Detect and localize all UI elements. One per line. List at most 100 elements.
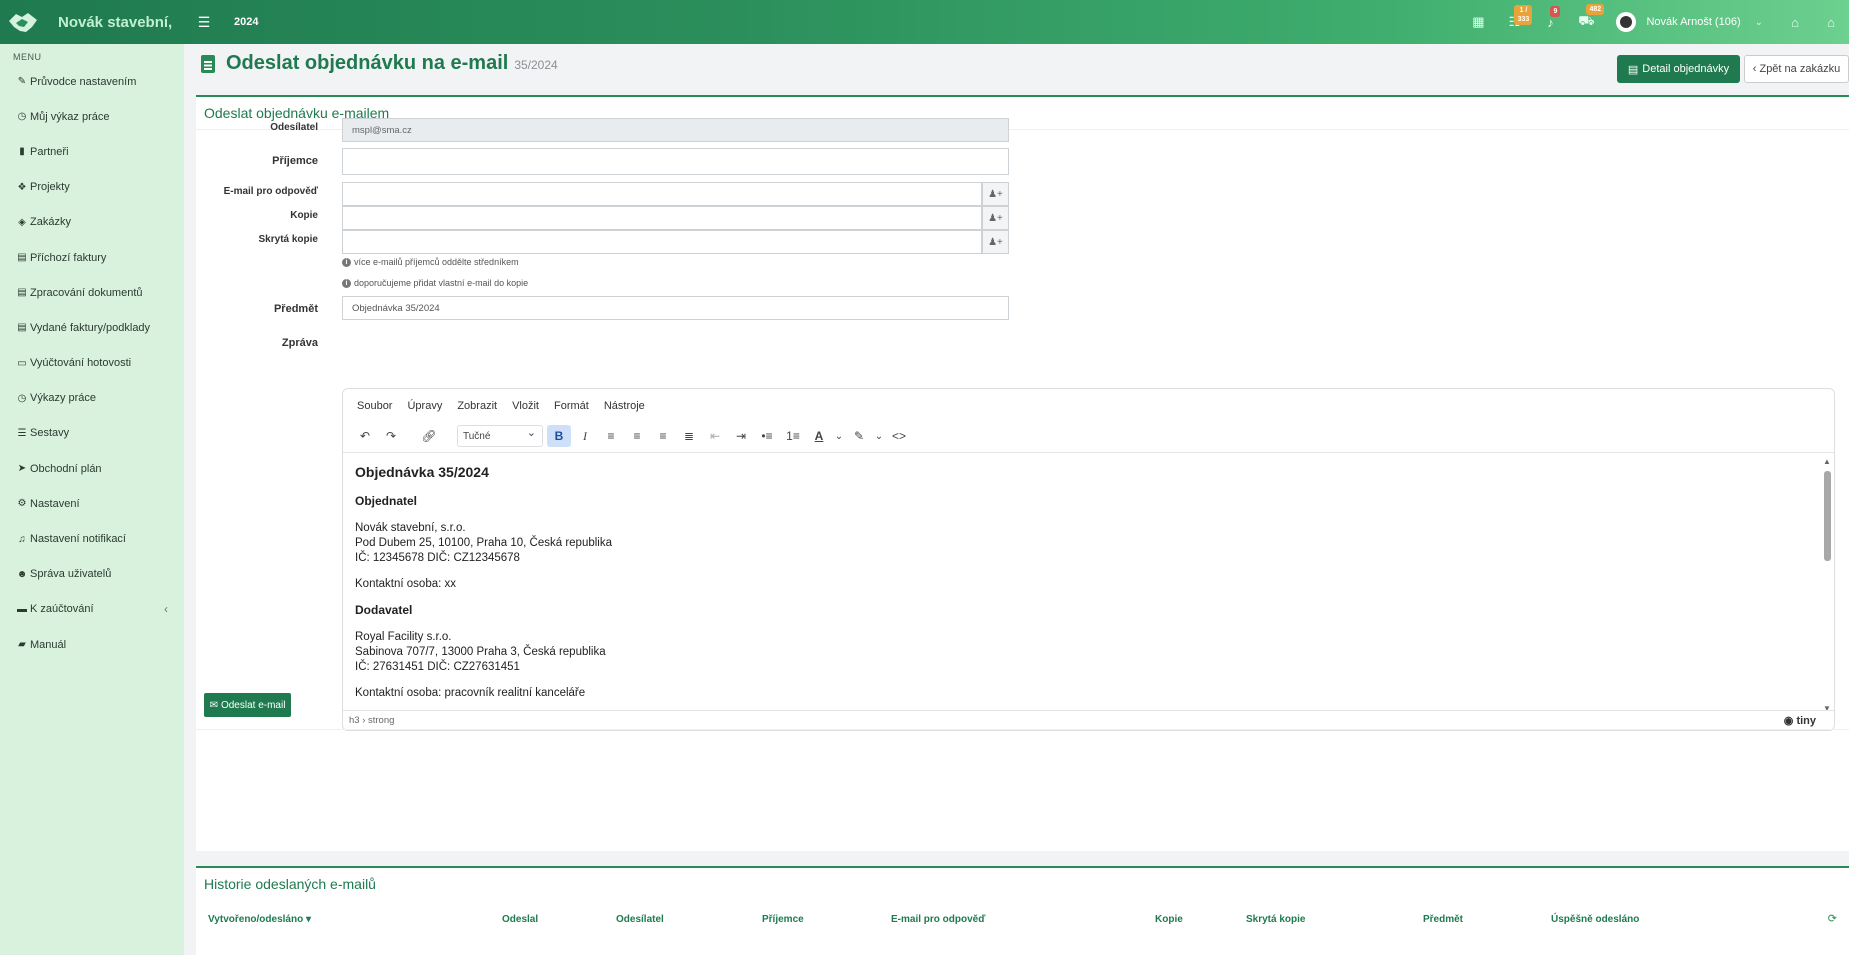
add-contact-icon[interactable]: ♟+ xyxy=(982,182,1009,206)
document-icon xyxy=(201,55,215,73)
menu-file[interactable]: Soubor xyxy=(357,400,392,412)
tasks-icon[interactable]: ☷1 / 333 xyxy=(1496,5,1533,30)
chevron-down-icon[interactable]: ⌄ xyxy=(833,425,845,447)
sidebar-item-k-zauctovani[interactable]: ▬ K zaúčtování ‹ xyxy=(0,592,184,627)
page-title-text: Odeslat objednávku na e-mail xyxy=(226,52,509,74)
sidebar-item-sprava-uzivatelu[interactable]: ☻ Správa uživatelů xyxy=(0,557,184,592)
user-name[interactable]: Novák Arnošt (106) xyxy=(1646,16,1740,28)
element-path[interactable]: h3 › strong xyxy=(349,715,394,726)
col-sent-by[interactable]: Odeslal xyxy=(502,914,538,925)
handshake-logo-icon xyxy=(9,13,37,32)
sidebar-item-projekty[interactable]: ❖ Projekty xyxy=(0,170,184,205)
avatar[interactable] xyxy=(1616,12,1637,32)
home-icon[interactable]: ⌂ xyxy=(1813,15,1849,30)
logo[interactable]: Novák stavební, xyxy=(0,0,184,44)
source-code-icon[interactable]: <> xyxy=(887,425,911,447)
scroll-up-icon[interactable]: ▲ xyxy=(1823,457,1831,466)
col-created-sent[interactable]: Vytvořeno/odesláno ▾ xyxy=(208,914,311,925)
sidebar-item-label: Zakázky xyxy=(30,216,71,229)
bookmark-icon: ▮ xyxy=(19,146,25,158)
bank-icon[interactable]: ⌂ xyxy=(1777,15,1813,30)
sidebar-item-nastaveni-notifikaci[interactable]: ♫ Nastavení notifikací xyxy=(0,521,184,556)
sidebar-item-zakazky[interactable]: ◈ Zakázky xyxy=(0,205,184,240)
rich-text-editor[interactable]: Soubor Úpravy Zobrazit Vložit Formát Nás… xyxy=(342,388,1835,731)
scroll-thumb[interactable] xyxy=(1824,471,1831,561)
add-contact-icon[interactable]: ♟+ xyxy=(982,206,1009,230)
sidebar-item-obchodni-plan[interactable]: ➤ Obchodní plán xyxy=(0,451,184,486)
highlight-color-icon[interactable]: ✎ xyxy=(847,425,871,447)
link-icon[interactable]: 🔗︎ xyxy=(417,425,441,447)
sidebar-item-sestavy[interactable]: ☰ Sestavy xyxy=(0,416,184,451)
order-detail-button[interactable]: ▤ Detail objednávky xyxy=(1617,55,1740,83)
text-color-icon[interactable]: A xyxy=(807,425,831,447)
redo-icon[interactable]: ↷ xyxy=(379,425,403,447)
align-center-icon[interactable]: ≡ xyxy=(625,425,649,447)
sidebar-item-nastaveni[interactable]: ⚙ Nastavení xyxy=(0,486,184,521)
menu-view[interactable]: Zobrazit xyxy=(457,400,497,412)
menu-insert[interactable]: Vložit xyxy=(512,400,539,412)
book-icon: ▰ xyxy=(18,639,26,651)
order-detail-label: Detail objednávky xyxy=(1642,63,1730,75)
col-recipient[interactable]: Příjemce xyxy=(762,914,804,925)
bcc-field[interactable] xyxy=(342,230,982,254)
format-select[interactable]: Tučné xyxy=(457,425,543,447)
col-subject[interactable]: Předmět xyxy=(1423,914,1463,925)
sidebar-item-vydane-faktury[interactable]: ▤ Vydané faktury/podklady xyxy=(0,310,184,345)
editor-scrollbar[interactable]: ▲ ▼ xyxy=(1822,457,1832,713)
sidebar-item-label: K zaúčtování xyxy=(30,603,94,616)
sender-label: Odesílatel xyxy=(270,122,318,133)
recipient-field[interactable] xyxy=(342,148,1009,175)
align-left-icon[interactable]: ≡ xyxy=(599,425,623,447)
numbered-list-icon[interactable]: 1≡ xyxy=(781,425,805,447)
email-history-panel: Historie odeslaných e-mailů Vytvořeno/od… xyxy=(196,866,1849,955)
cart-icon[interactable]: ⛟ 482 xyxy=(1568,4,1605,31)
chevron-down-icon[interactable]: ⌄ xyxy=(1755,17,1763,28)
italic-icon[interactable]: I xyxy=(573,425,597,447)
year-selector[interactable]: 2024 xyxy=(234,16,258,28)
sidebar-item-manual[interactable]: ▰ Manuál xyxy=(0,627,184,662)
indent-icon[interactable]: ⇥ xyxy=(729,425,753,447)
sidebar: MENU ✎ Průvodce nastavením ◷ Můj výkaz prá… xyxy=(0,44,184,955)
align-right-icon[interactable]: ≡ xyxy=(651,425,675,447)
col-cc[interactable]: Kopie xyxy=(1155,914,1183,925)
subject-field[interactable]: Objednávka 35/2024 xyxy=(342,296,1009,320)
top-right-tools: ▦ ☷1 / 333 ♪9 ⛟482 Novák Arnošt (106) ⌄ … xyxy=(1460,0,1849,44)
col-success[interactable]: Úspěšně odesláno xyxy=(1551,914,1639,925)
reply-email-label: E-mail pro odpověď xyxy=(223,186,318,197)
tiny-brand[interactable]: ◉ tiny xyxy=(1784,714,1816,727)
clock-icon: ◷ xyxy=(17,111,27,123)
brand-name[interactable]: Novák stavební, xyxy=(58,14,172,31)
align-justify-icon[interactable]: ≣ xyxy=(677,425,701,447)
bell-icon[interactable]: ♪ 9 xyxy=(1532,5,1568,30)
sidebar-item-zpracovani-dokumentu[interactable]: ▤ Zpracování dokumentů xyxy=(0,275,184,310)
col-bcc[interactable]: Skrytá kopie xyxy=(1246,914,1305,925)
cc-field[interactable] xyxy=(342,206,982,230)
menu-format[interactable]: Formát xyxy=(554,400,589,412)
refresh-icon[interactable]: ⟳ xyxy=(1828,912,1837,925)
calendar-icon[interactable]: ▦ xyxy=(1460,14,1496,30)
sidebar-item-vyuctovani-hotovosti[interactable]: ▭ Vyúčtování hotovosti xyxy=(0,346,184,381)
sidebar-item-vykazy-prace[interactable]: ◷ Výkazy práce xyxy=(0,381,184,416)
chevron-down-icon[interactable]: ⌄ xyxy=(873,425,885,447)
back-label: Zpět na zakázku xyxy=(1759,63,1841,75)
add-contact-icon[interactable]: ♟+ xyxy=(982,230,1009,254)
bold-icon[interactable]: B xyxy=(547,425,571,447)
col-sender[interactable]: Odesílatel xyxy=(616,914,664,925)
col-reply-email[interactable]: E-mail pro odpověď xyxy=(891,914,985,925)
outdent-icon[interactable]: ⇤ xyxy=(703,425,727,447)
undo-icon[interactable]: ↶ xyxy=(353,425,377,447)
sidebar-item-pruvodce[interactable]: ✎ Průvodce nastavením xyxy=(0,64,184,99)
chevron-left-icon[interactable]: ‹ xyxy=(164,602,168,616)
back-to-order-button[interactable]: ‹ Zpět na zakázku xyxy=(1744,55,1849,83)
send-email-button[interactable]: ✉ Odeslat e-mail xyxy=(204,693,291,717)
editor-content[interactable]: Objednávka 35/2024 Objednatel Novák stav… xyxy=(355,461,1812,713)
sidebar-item-muj-vykaz[interactable]: ◷ Můj výkaz práce xyxy=(0,99,184,134)
menu-edit[interactable]: Úpravy xyxy=(407,400,442,412)
menu-tools[interactable]: Nástroje xyxy=(604,400,645,412)
bullet-list-icon[interactable]: •≡ xyxy=(755,425,779,447)
sidebar-item-partneri[interactable]: ▮ Partneři xyxy=(0,134,184,169)
hamburger-icon[interactable]: ☰ xyxy=(194,14,214,31)
sidebar-item-label: Můj výkaz práce xyxy=(30,110,110,123)
reply-email-field[interactable] xyxy=(342,182,982,206)
sidebar-item-prichozi-faktury[interactable]: ▤ Příchozí faktury xyxy=(0,240,184,275)
